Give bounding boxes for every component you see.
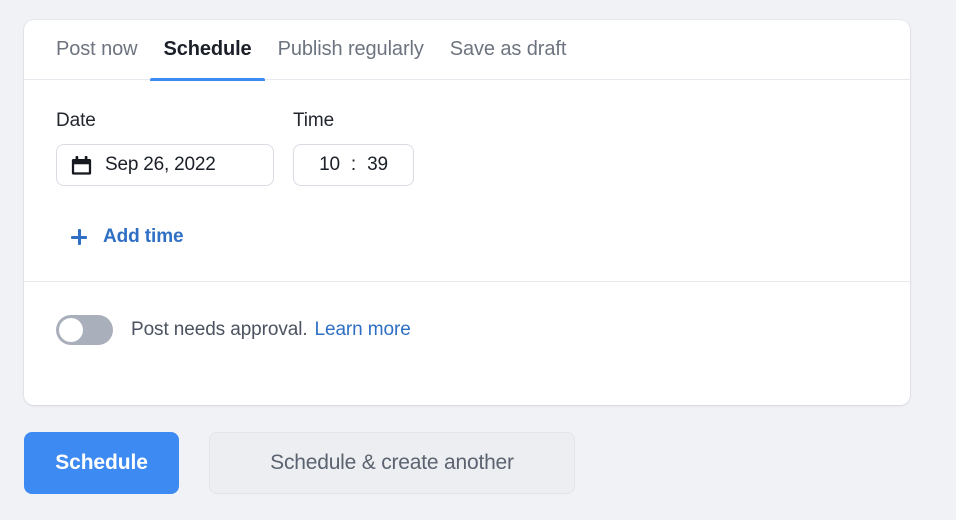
post-needs-approval-toggle[interactable] [56,314,113,345]
schedule-panel: Date Sep 26, 2022 Time 10 : 39 Add time [24,80,910,250]
date-label: Date [56,110,96,131]
time-hour-value[interactable]: 10 [319,154,340,176]
tab-save-as-draft[interactable]: Save as draft [437,20,580,80]
time-minute-value[interactable]: 39 [367,154,388,176]
time-label: Time [293,110,335,131]
time-field-group: Time 10 : 39 [293,110,414,186]
calendar-icon [71,155,92,175]
tab-publish-regularly[interactable]: Publish regularly [265,20,437,80]
tab-label: Schedule [163,38,252,60]
time-input[interactable]: 10 : 39 [293,144,414,186]
plus-icon [71,229,87,245]
time-separator: : [350,154,357,175]
add-time-label: Add time [103,226,184,247]
date-field-group: Date Sep 26, 2022 [56,110,274,186]
toggle-knob [59,317,83,342]
schedule-card: Post now Schedule Publish regularly Save… [24,20,910,405]
date-value: Sep 26, 2022 [105,154,216,175]
add-time-button[interactable]: Add time [71,226,184,248]
approval-row: Post needs approval. Learn more [24,282,910,377]
action-bar: Schedule Schedule & create another [24,432,575,494]
tab-label: Save as draft [449,38,567,60]
tab-label: Publish regularly [277,38,424,60]
schedule-and-create-another-button[interactable]: Schedule & create another [209,432,575,494]
date-time-row: Date Sep 26, 2022 Time 10 : 39 [56,110,878,186]
date-input[interactable]: Sep 26, 2022 [56,144,274,186]
learn-more-link[interactable]: Learn more [315,319,411,341]
tab-label: Post now [56,38,138,60]
tab-post-now[interactable]: Post now [56,20,150,80]
schedule-button[interactable]: Schedule [24,432,179,494]
approval-text: Post needs approval. [131,318,308,340]
tab-schedule[interactable]: Schedule [150,20,265,81]
tab-bar: Post now Schedule Publish regularly Save… [24,20,910,81]
